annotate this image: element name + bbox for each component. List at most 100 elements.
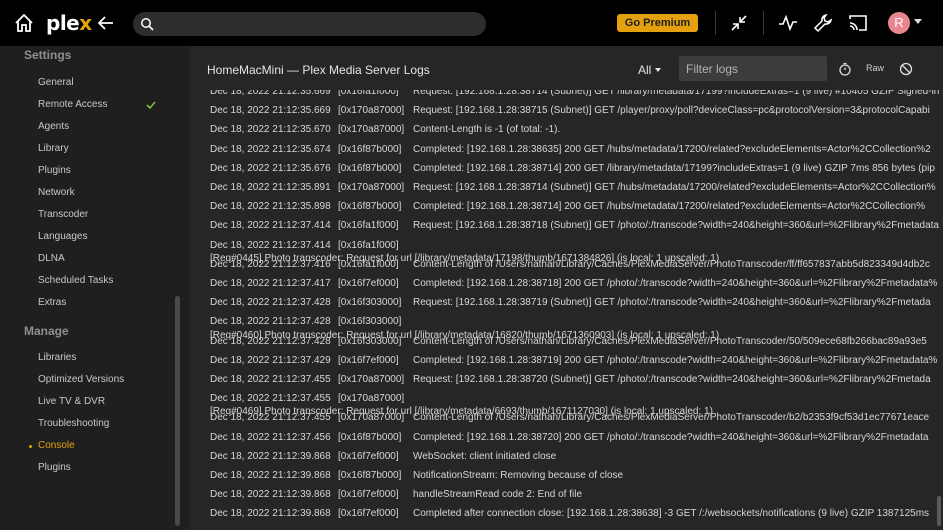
- sidebar-item-live-tv-dvr[interactable]: Live TV & DVR: [38, 395, 105, 409]
- sidebar-item-console[interactable]: Console: [38, 439, 75, 453]
- search-input[interactable]: [133, 12, 486, 36]
- sidebar-item-network[interactable]: Network: [38, 186, 75, 200]
- log-timestamp: Dec 18, 2022 21:12:39.868: [210, 450, 331, 462]
- log-thread: [0x170a87000]: [338, 374, 405, 385]
- log-line: Dec 18, 2022 21:12:35.676 [0x16f87b000] Co…: [210, 162, 935, 176]
- wrench-icon[interactable]: [813, 13, 833, 33]
- log-line: Dec 18, 2022 21:12:35.891 [0x170a87000] Re…: [210, 181, 936, 195]
- user-avatar[interactable]: R: [888, 12, 910, 34]
- log-thread: [0x16f7ef000]: [338, 489, 399, 501]
- sidebar-item-transcoder[interactable]: Transcoder: [38, 208, 88, 222]
- log-thread: [0x16f303000]: [338, 316, 402, 328]
- log-message: NotificationStream: Removing because of …: [413, 470, 624, 481]
- log-message: Request: [192.168.1.28:38720 (Subnet)] G…: [413, 374, 931, 385]
- log-panel-header: HomeMacMini — Plex Media Server Logs All…: [190, 46, 943, 90]
- sidebar-item-dlna[interactable]: DLNA: [38, 252, 65, 266]
- log-line: Dec 18, 2022 21:12:39.868 [0x16f87b000] No…: [210, 469, 623, 483]
- logo-accent: x: [79, 11, 92, 35]
- log-level-select[interactable]: All: [638, 63, 651, 77]
- log-thread: [0x16f7ef000]: [338, 508, 399, 520]
- log-timestamp: Dec 18, 2022 21:12:37.428: [210, 316, 331, 328]
- log-line: Dec 18, 2022 21:12:37.417 [0x16f7ef000] Co…: [210, 277, 937, 291]
- log-line: Dec 18, 2022 21:12:37.429 [0x16f7ef000] Co…: [210, 354, 937, 368]
- sidebar-item-plugins[interactable]: Plugins: [38, 164, 71, 178]
- cast-icon[interactable]: [848, 13, 868, 33]
- activity-icon[interactable]: [778, 13, 798, 33]
- log-thread: [0x16f303000]: [338, 297, 402, 309]
- log-timestamp: Dec 18, 2022 21:12:35.669: [210, 105, 331, 117]
- log-timestamp: Dec 18, 2022 21:12:39.868: [210, 508, 331, 520]
- sidebar-item-libraries[interactable]: Libraries: [38, 351, 76, 365]
- log-line: Dec 18, 2022 21:12:37.414 [0x16fa1f000]: [210, 239, 413, 253]
- log-timestamp: Dec 18, 2022 21:12:39.868: [210, 470, 331, 481]
- log-timestamp: Dec 18, 2022 21:12:37.456: [210, 431, 331, 443]
- log-timestamp: Dec 18, 2022 21:12:37.429: [210, 354, 331, 366]
- settings-header: Settings: [24, 48, 72, 62]
- log-message: Completed: [192.168.1.28:38714] 200 GET …: [413, 162, 935, 174]
- log-line: Dec 18, 2022 21:12:37.428 [0x16f303000]: [210, 315, 413, 329]
- log-timestamp: Dec 18, 2022 21:12:35.676: [210, 162, 331, 174]
- log-line: Dec 18, 2022 21:12:39.868 [0x16f7ef000] ha…: [210, 488, 582, 502]
- log-line-overlap: [Req#0445] Photo transcoder: Request for…: [210, 252, 720, 264]
- top-bar: plex Go Premium R: [0, 0, 943, 46]
- log-line: Dec 18, 2022 21:12:37.428 [0x16f303000] Re…: [210, 296, 931, 310]
- sidebar-item-general[interactable]: General: [38, 76, 74, 90]
- sidebar-item-languages[interactable]: Languages: [38, 230, 88, 244]
- log-line: Dec 18, 2022 21:12:39.868 [0x16f7ef000] Co…: [210, 507, 929, 521]
- log-message: Request: [192.168.1.28:38718 (Subnet)] G…: [413, 220, 939, 232]
- filter-logs-input[interactable]: [679, 56, 827, 81]
- log-timestamp: Dec 18, 2022 21:12:37.428: [210, 297, 331, 309]
- sidebar-scrollbar[interactable]: [175, 296, 180, 526]
- log-thread: [0x170a87000]: [338, 182, 405, 193]
- sidebar-item-troubleshooting[interactable]: Troubleshooting: [38, 417, 109, 431]
- logo-text: ple: [46, 11, 80, 35]
- log-list[interactable]: Dec 18, 2022 21:12:35.669 [0x16fa1f000] Re…: [190, 82, 943, 530]
- log-panel: Dec 18, 2022 21:12:35.669 [0x16fa1f000] Re…: [190, 46, 943, 530]
- log-timestamp: Dec 18, 2022 21:12:35.670: [210, 124, 331, 136]
- timer-icon[interactable]: [838, 62, 852, 76]
- sidebar-item-optimized-versions[interactable]: Optimized Versions: [38, 373, 124, 387]
- chevron-down-icon[interactable]: [655, 68, 661, 72]
- sidebar-item-library[interactable]: Library: [38, 142, 69, 156]
- sidebar-item-manage-plugins[interactable]: Plugins: [38, 461, 71, 475]
- log-thread: [0x16f7ef000]: [338, 450, 399, 462]
- log-thread: [0x16fa1f000]: [338, 220, 399, 232]
- chevron-down-icon[interactable]: [914, 19, 922, 24]
- back-arrow-icon[interactable]: [97, 14, 115, 32]
- log-thread: [0x16f87b000]: [338, 201, 402, 213]
- log-thread: [0x16f87b000]: [338, 143, 402, 155]
- raw-button[interactable]: Raw: [866, 63, 884, 73]
- log-line: Dec 18, 2022 21:12:37.455 [0x170a87000] Re…: [210, 373, 931, 387]
- sidebar-item-extras[interactable]: Extras: [38, 296, 66, 310]
- log-timestamp: Dec 18, 2022 21:12:37.455: [210, 374, 331, 385]
- log-thread: [0x16fa1f000]: [338, 239, 399, 251]
- log-message: Completed: [192.168.1.28:38714] 200 GET …: [413, 201, 926, 213]
- log-thread: [0x16f87b000]: [338, 470, 402, 481]
- log-line: Dec 18, 2022 21:12:37.456 [0x16f87b000] Co…: [210, 431, 928, 445]
- log-timestamp: Dec 18, 2022 21:12:37.455: [210, 393, 331, 405]
- log-message: WebSocket: client initiated close: [413, 450, 557, 462]
- log-message: Completed: [192.168.1.28:38719] 200 GET …: [413, 354, 938, 366]
- plex-logo[interactable]: plex: [46, 11, 92, 35]
- search-icon: [141, 18, 154, 31]
- sidebar-item-agents[interactable]: Agents: [38, 120, 69, 134]
- sidebar-item-remote-access[interactable]: Remote Access: [38, 98, 107, 112]
- log-message: Completed after connection close: [192.1…: [413, 508, 930, 520]
- manage-header: Manage: [24, 324, 69, 338]
- go-premium-button[interactable]: Go Premium: [617, 14, 698, 32]
- log-timestamp: Dec 18, 2022 21:12:35.891: [210, 182, 331, 193]
- collapse-icon[interactable]: [729, 13, 749, 33]
- clear-icon[interactable]: [899, 62, 913, 76]
- log-scrollbar[interactable]: [937, 496, 941, 526]
- sidebar-item-scheduled-tasks[interactable]: Scheduled Tasks: [38, 274, 113, 288]
- check-icon: [146, 101, 156, 110]
- home-icon[interactable]: [14, 13, 34, 33]
- log-line: Dec 18, 2022 21:12:37.414 [0x16fa1f000] Re…: [210, 219, 939, 233]
- log-message: Request: [192.168.1.28:38714 (Subnet)] G…: [413, 182, 936, 193]
- log-message: Completed: [192.168.1.28:38718] 200 GET …: [413, 278, 938, 289]
- log-timestamp: Dec 18, 2022 21:12:39.868: [210, 489, 331, 501]
- toolbar-divider: [763, 11, 764, 35]
- settings-sidebar: Settings General Remote Access Agents Li…: [0, 46, 182, 530]
- log-line-overlap: [Req#0469] Photo transcoder: Request for…: [210, 406, 713, 418]
- log-thread: [0x170a87000]: [338, 393, 405, 405]
